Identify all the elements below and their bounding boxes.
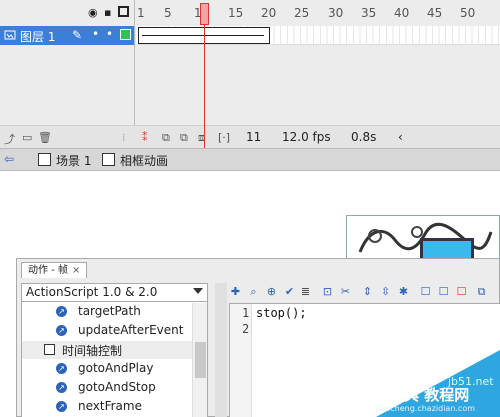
chevron-down-icon — [193, 288, 203, 294]
auto-format-icon[interactable]: ≣ — [299, 285, 312, 298]
outline-icon[interactable] — [118, 6, 129, 17]
find-icon[interactable]: ⌕ — [247, 285, 260, 298]
layer-list-area — [0, 45, 135, 125]
layer-row[interactable]: 图层 1 ✎ • • — [0, 26, 135, 45]
add-layer-icon[interactable]: ⤴ — [4, 131, 15, 147]
layer-color-box[interactable] — [120, 29, 131, 40]
actions-toolbox: ActionScript 1.0 & 2.0 ↗ targetPath ↗ up… — [21, 283, 208, 417]
pane-divider[interactable] — [215, 283, 227, 417]
tween-line — [142, 35, 264, 36]
onion-skin-icon[interactable]: ⧉ — [162, 131, 170, 145]
debug-icon[interactable]: ✂ — [339, 285, 352, 298]
expand-icon[interactable]: ✱ — [397, 285, 410, 298]
add-action-icon[interactable]: ✚ — [229, 285, 242, 298]
actionscript-version-select[interactable]: ActionScript 1.0 & 2.0 — [22, 284, 207, 302]
tree-item[interactable]: ↗ gotoAndStop — [22, 379, 192, 397]
timeline-header-icons: ◉ ▪ — [88, 6, 133, 20]
line-number: 2 — [242, 322, 250, 336]
back-arrow-icon[interactable]: ⇦ — [4, 152, 14, 166]
line-comment-icon[interactable]: ☐ — [437, 285, 450, 298]
layer-icon — [4, 29, 16, 41]
action-icon: ↗ — [56, 401, 67, 412]
line-gutter: 1 2 — [230, 304, 252, 417]
lock-icon[interactable]: ▪ — [104, 6, 111, 19]
version-label: ActionScript 1.0 & 2.0 — [26, 285, 158, 299]
frame-grid-area — [135, 45, 500, 125]
ruler-number: 15 — [228, 6, 244, 20]
visibility-dot[interactable]: • — [92, 27, 99, 41]
playhead-line — [204, 25, 205, 148]
check-syntax-icon[interactable]: ✔ — [283, 285, 296, 298]
comment-icon[interactable]: ☐ — [419, 285, 432, 298]
ruler-number: 40 — [394, 6, 410, 20]
action-icon: ↗ — [56, 382, 67, 393]
ruler-number: 30 — [328, 6, 344, 20]
scene-bar: ⇦ 场景 1 相框动画 — [0, 148, 500, 171]
collapse-selection-icon[interactable]: ⇳ — [379, 285, 392, 298]
tree-scrollbar[interactable] — [192, 303, 207, 417]
pencil-icon: ✎ — [72, 28, 83, 42]
scroll-left-icon[interactable]: ‹ — [398, 130, 403, 144]
watermark-text: 查字典 教程网 — [374, 386, 470, 404]
add-folder-icon[interactable]: ▭ — [22, 131, 32, 144]
actions-panel-tab[interactable]: 动作 - 帧 × — [21, 262, 88, 278]
trash-icon[interactable]: 🗑 — [38, 131, 52, 144]
action-icon: ↗ — [56, 306, 67, 317]
frame-rate[interactable]: 12.0 fps — [282, 130, 331, 144]
tree-item[interactable]: ↗ gotoAndPlay — [22, 360, 192, 378]
symbol-name[interactable]: 相框动画 — [120, 152, 168, 169]
scene-icon — [38, 153, 51, 166]
movieclip-icon — [102, 153, 115, 166]
lock-dot[interactable]: • — [106, 27, 113, 41]
uncomment-icon[interactable]: ☐ — [455, 285, 468, 298]
scrollbar-thumb[interactable] — [195, 342, 206, 378]
ruler-number: 35 — [361, 6, 377, 20]
tree-folder[interactable]: 时间轴控制 — [22, 341, 192, 359]
playhead[interactable] — [200, 3, 209, 25]
onion-outline-icon[interactable]: ⧉ — [180, 131, 188, 145]
line-number: 1 — [242, 306, 250, 320]
script-assist-icon[interactable]: ⧉ — [475, 285, 488, 298]
current-frame: 11 — [246, 130, 262, 144]
ruler-number: 5 — [164, 6, 172, 20]
tree-item[interactable]: ↗ nextFrame — [22, 398, 192, 416]
tree-item[interactable]: ↗ targetPath — [22, 303, 192, 321]
onion-markers-icon[interactable]: [·] — [218, 131, 230, 144]
action-icon: ↗ — [56, 325, 67, 336]
tree-item[interactable]: ↗ updateAfterEvent — [22, 322, 192, 340]
watermark-url: jiaocheng.chazidian.com — [376, 404, 476, 413]
action-icon: ↗ — [56, 363, 67, 374]
timeline-panel: ◉ ▪ 1 5 10 15 20 25 30 35 40 45 50 图层 1 … — [0, 0, 500, 148]
target-icon[interactable]: ⊕ — [265, 285, 278, 298]
close-icon[interactable]: × — [72, 265, 80, 276]
center-frame-icon[interactable]: ⁑ — [142, 131, 148, 144]
ruler-number: 20 — [261, 6, 277, 20]
ruler-number: 25 — [294, 6, 310, 20]
scene-name[interactable]: 场景 1 — [56, 152, 91, 169]
ruler-number: 45 — [427, 6, 443, 20]
actions-tree: ↗ targetPath ↗ updateAfterEvent 时间轴控制 ↗ … — [22, 303, 192, 417]
splitter-icon[interactable]: ⁞ — [122, 131, 126, 144]
ruler-number: 50 — [460, 6, 476, 20]
frame-ruler[interactable]: 1 5 10 15 20 25 30 35 40 45 50 — [135, 4, 500, 24]
actions-tab-label: 动作 - 帧 — [28, 265, 68, 276]
book-icon — [44, 344, 55, 355]
script-code[interactable]: stop(); — [256, 306, 307, 320]
elapsed-time: 0.8s — [351, 130, 377, 144]
collapse-icon[interactable]: ⇕ — [361, 285, 374, 298]
eye-icon[interactable]: ◉ — [88, 6, 98, 19]
script-toolbar: ✚ ⌕ ⊕ ✔ ≣ ⊡ ✂ ⇕ ⇳ ✱ ☐ ☐ ☐ ⧉ — [229, 281, 500, 303]
layer-name: 图层 1 — [20, 30, 56, 44]
code-hint-icon[interactable]: ⊡ — [321, 285, 334, 298]
ruler-number: 1 — [137, 6, 145, 20]
timeline-footer: ⤴ ▭ 🗑 ⁞ ⁑ ⧉ ⧉ ⧈ [·] 11 12.0 fps 0.8s ‹ — [0, 125, 500, 148]
